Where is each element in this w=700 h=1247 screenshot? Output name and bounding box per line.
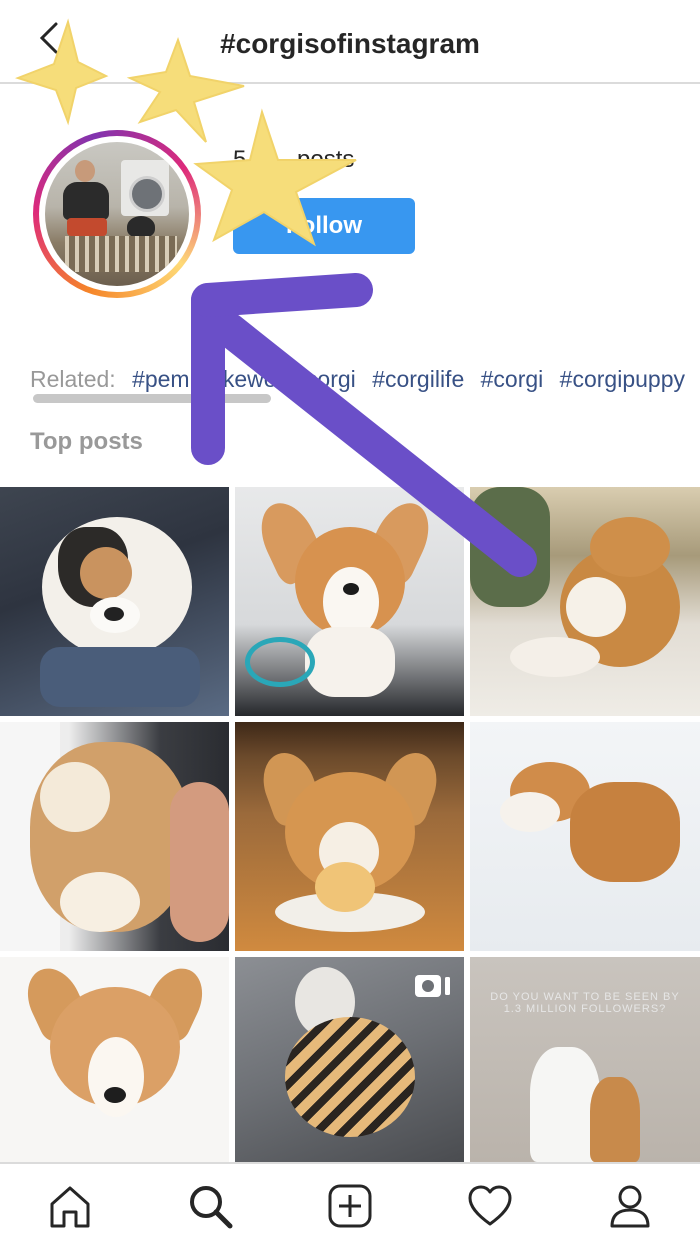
washing-machine [121, 160, 169, 216]
bottom-navigation [0, 1162, 700, 1247]
post-thumbnail[interactable] [235, 957, 464, 1162]
posts-count: 5.0… posts [233, 146, 355, 173]
related-tag[interactable]: #pembrokewelshcorgi [132, 366, 356, 392]
related-tag[interactable]: #corgilife [372, 366, 464, 392]
activity-heart-icon[interactable] [466, 1182, 514, 1230]
related-hashtags: Related: #pembrokewelshcorgi #corgilife … [30, 366, 695, 393]
dog-silhouette [127, 216, 155, 238]
crate [65, 236, 177, 272]
post-overlay-text: DO YOU WANT TO BE SEEN BY 1.3 MILLION FO… [490, 991, 680, 1015]
follow-button[interactable]: Follow [233, 198, 415, 254]
related-tag[interactable]: #corgipuppy [560, 366, 685, 392]
page-title: #corgisofinstagram [220, 28, 480, 59]
person-head [75, 160, 95, 182]
hashtag-avatar[interactable] [33, 130, 201, 298]
person-body [63, 182, 109, 220]
post-thumbnail[interactable] [235, 487, 464, 716]
post-thumbnail[interactable] [0, 957, 229, 1162]
avatar-photo [45, 142, 189, 286]
related-scrollbar[interactable] [33, 394, 271, 403]
person-legs [67, 218, 107, 236]
post-thumbnail[interactable] [0, 722, 229, 951]
related-tag[interactable]: #corgi [481, 366, 544, 392]
profile-icon[interactable] [606, 1182, 654, 1230]
igtv-icon [415, 975, 450, 997]
post-thumbnail[interactable] [235, 722, 464, 951]
avatar-frame [39, 136, 195, 292]
post-thumbnail[interactable] [470, 722, 700, 951]
new-post-icon[interactable] [326, 1182, 374, 1230]
search-icon[interactable] [186, 1182, 234, 1230]
related-label: Related: [30, 366, 116, 392]
section-title: Top posts [30, 428, 143, 455]
header: #corgisofinstagram [0, 0, 700, 84]
post-thumbnail[interactable]: DO YOU WANT TO BE SEEN BY 1.3 MILLION FO… [470, 957, 700, 1162]
post-thumbnail[interactable] [470, 487, 700, 716]
home-icon[interactable] [46, 1182, 94, 1230]
post-thumbnail[interactable] [0, 487, 229, 716]
